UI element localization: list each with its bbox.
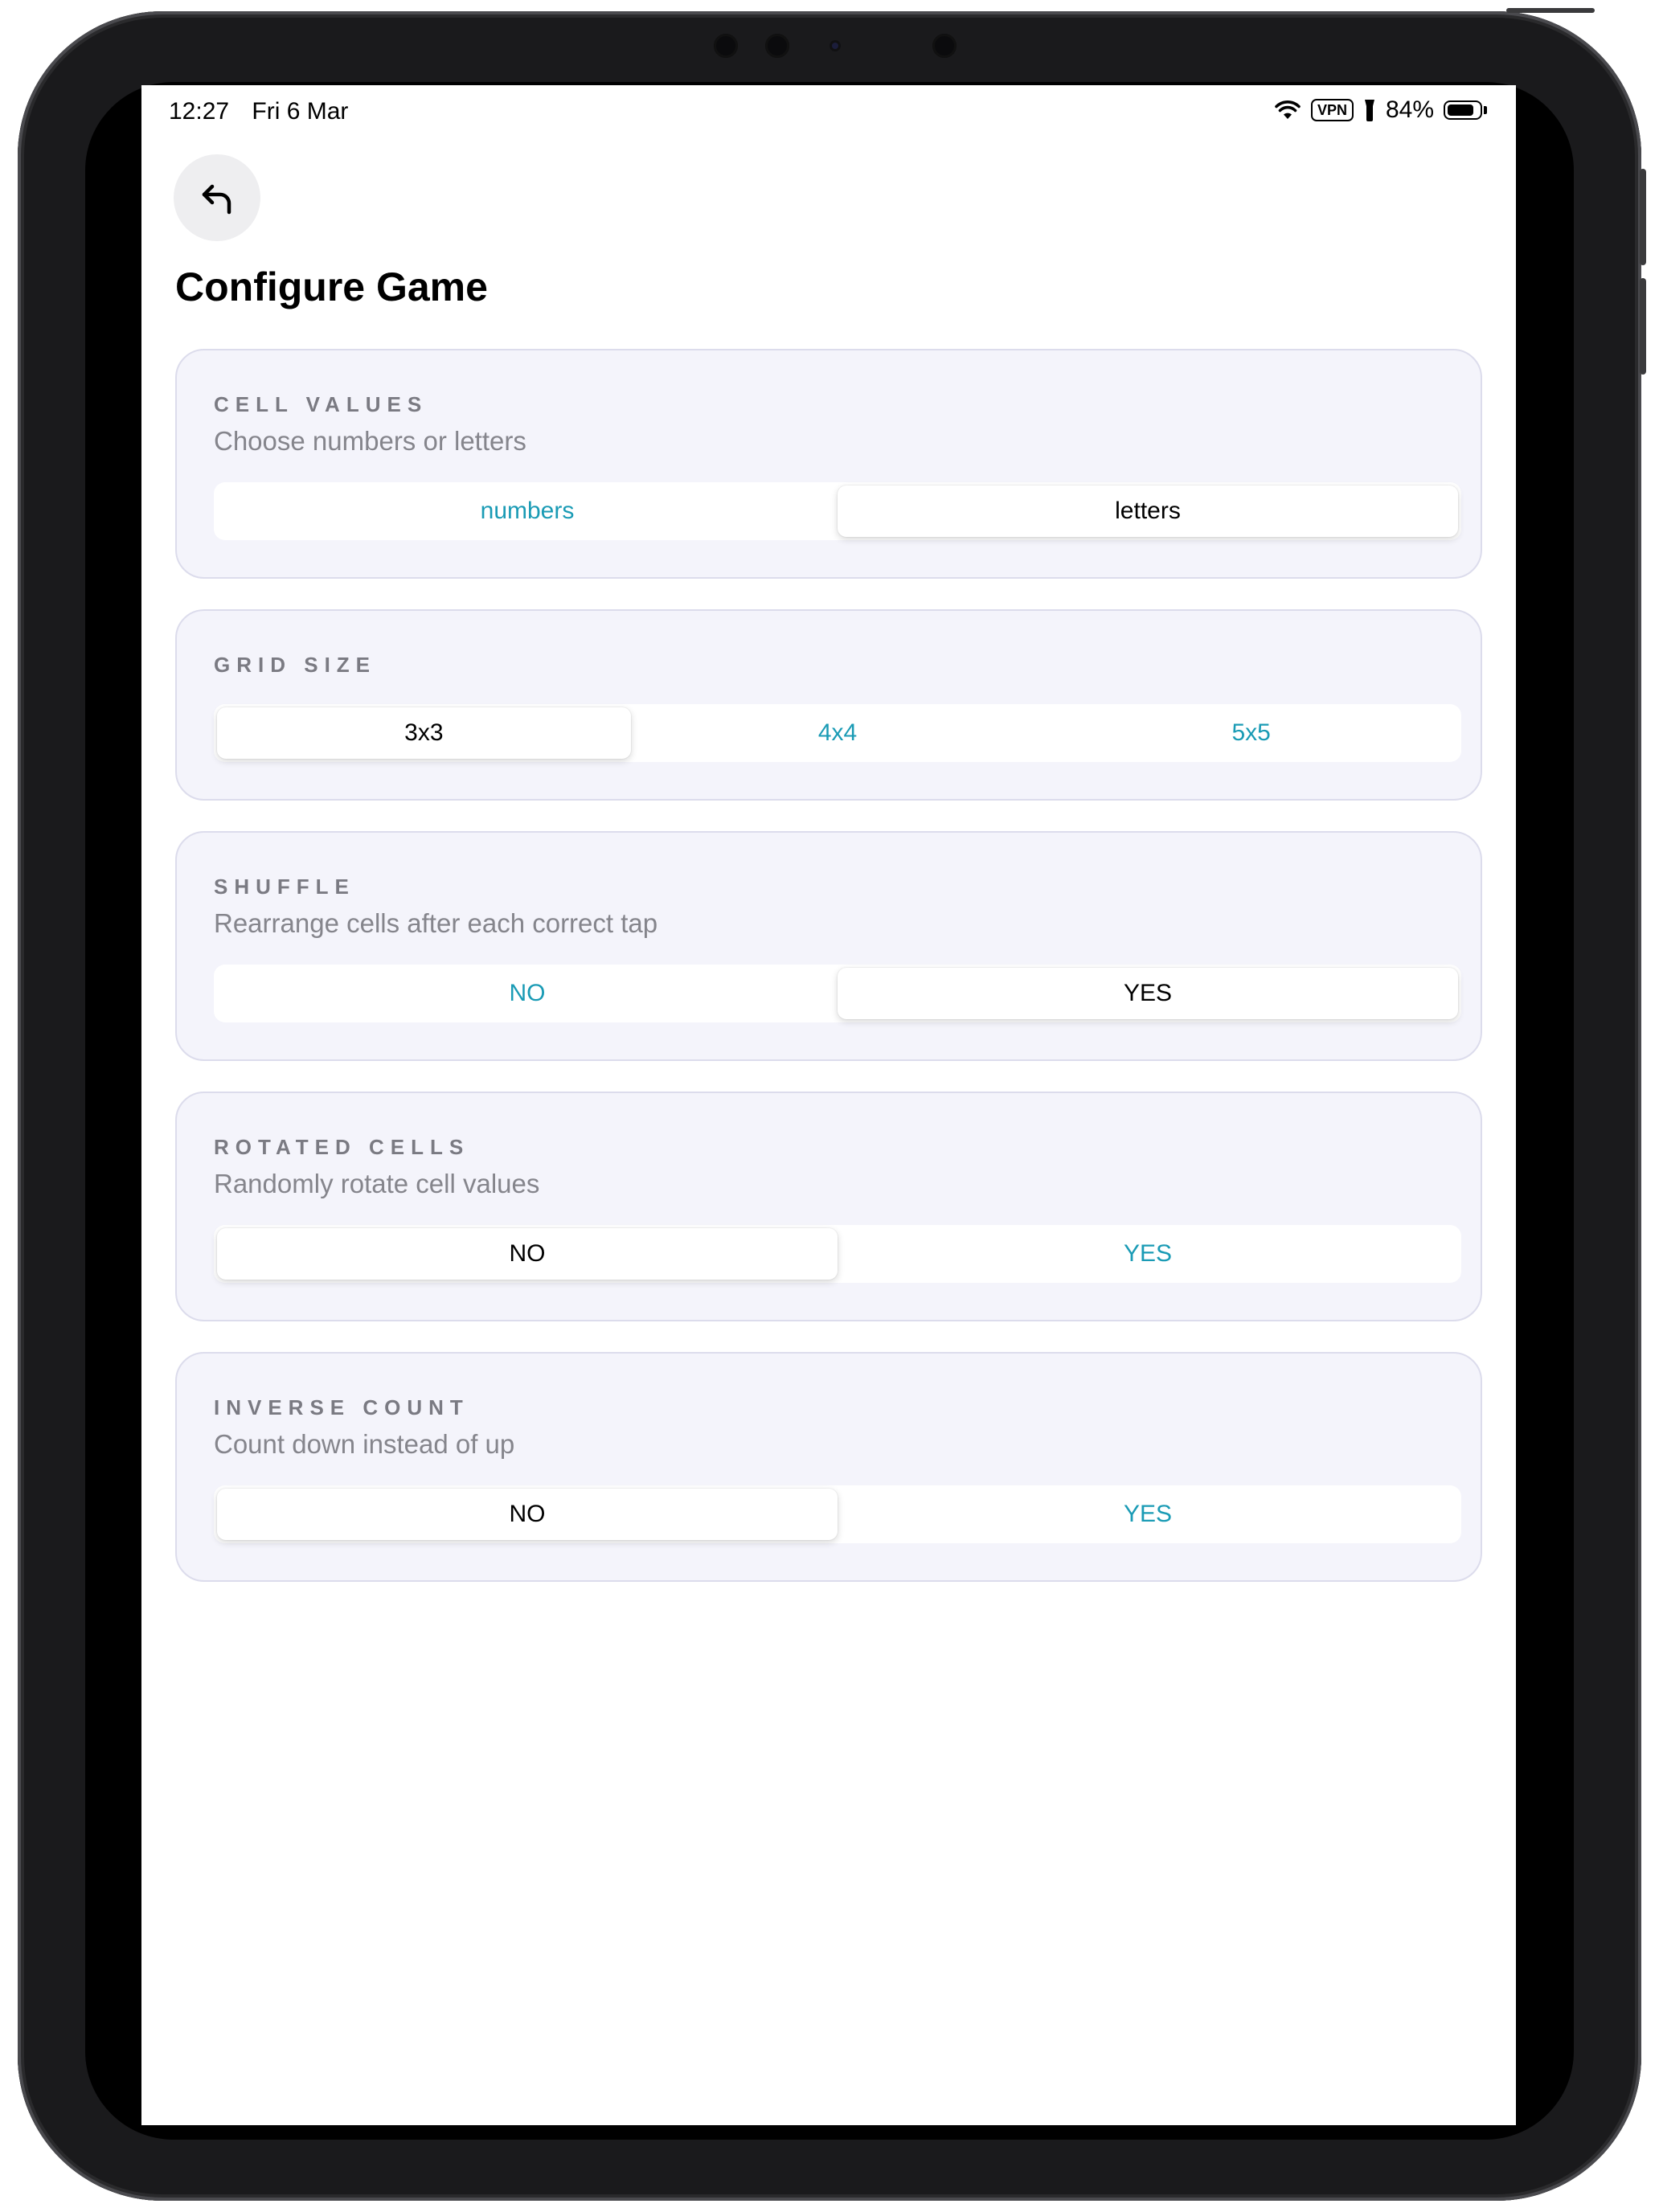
cell-values-card: CELL VALUES Choose numbers or letters nu…	[175, 349, 1482, 579]
shuffle-segmented-control[interactable]: NO YES	[214, 965, 1461, 1022]
inverse-count-segmented-control[interactable]: NO YES	[214, 1485, 1461, 1543]
card-title: ROTATED CELLS	[214, 1135, 470, 1159]
status-bar: 12:27 Fri 6 Mar VPN 84%	[141, 85, 1516, 137]
vpn-badge: VPN	[1310, 99, 1354, 121]
camera-icon	[765, 34, 789, 58]
screen: 12:27 Fri 6 Mar VPN 84% Configure Game C…	[141, 85, 1516, 2125]
volume-down-button	[1640, 278, 1646, 375]
flashlight-icon	[1364, 100, 1374, 121]
grid-size-card: GRID SIZE 3x3 4x4 5x5	[175, 609, 1482, 801]
volume-up-button	[1640, 169, 1646, 265]
card-subtitle: Count down instead of up	[214, 1429, 515, 1459]
page-title: Configure Game	[175, 264, 488, 309]
camera-icon	[714, 34, 738, 58]
grid-size-segmented-control[interactable]: 3x3 4x4 5x5	[214, 704, 1461, 762]
card-subtitle: Choose numbers or letters	[214, 426, 526, 456]
segment-yes[interactable]: YES	[838, 1228, 1458, 1280]
shuffle-card: SHUFFLE Rearrange cells after each corre…	[175, 831, 1482, 1061]
card-subtitle: Rearrange cells after each correct tap	[214, 908, 658, 938]
segment-no[interactable]: NO	[217, 1489, 838, 1540]
card-title: GRID SIZE	[214, 653, 377, 677]
segment-no[interactable]: NO	[217, 968, 838, 1019]
status-time: 12:27	[169, 98, 230, 125]
status-indicators: VPN 84%	[1274, 96, 1487, 124]
rotated-cells-segmented-control[interactable]: NO YES	[214, 1225, 1461, 1283]
battery-percent: 84%	[1385, 96, 1434, 123]
segment-3x3[interactable]: 3x3	[217, 707, 631, 759]
segment-numbers[interactable]: numbers	[217, 485, 838, 537]
sensor-icon	[830, 40, 841, 51]
segment-yes[interactable]: YES	[838, 1489, 1458, 1540]
top-button	[1506, 8, 1595, 13]
back-arrow-icon	[202, 184, 231, 215]
wifi-icon	[1275, 100, 1301, 119]
segment-letters[interactable]: letters	[838, 485, 1458, 537]
card-subtitle: Randomly rotate cell values	[214, 1169, 540, 1198]
status-date: Fri 6 Mar	[252, 98, 349, 125]
battery-icon	[1444, 100, 1482, 120]
segment-5x5[interactable]: 5x5	[1044, 707, 1458, 759]
segment-no[interactable]: NO	[217, 1228, 838, 1280]
camera-icon	[932, 34, 956, 58]
card-title: CELL VALUES	[214, 392, 428, 416]
status-time-date: 12:27 Fri 6 Mar	[169, 98, 364, 125]
battery-fill	[1448, 104, 1473, 116]
battery-tip	[1484, 106, 1487, 114]
card-title: SHUFFLE	[214, 875, 355, 899]
rotated-cells-card: ROTATED CELLS Randomly rotate cell value…	[175, 1092, 1482, 1321]
inverse-count-card: INVERSE COUNT Count down instead of up N…	[175, 1352, 1482, 1582]
back-button[interactable]	[174, 154, 260, 241]
segment-yes[interactable]: YES	[838, 968, 1458, 1019]
card-title: INVERSE COUNT	[214, 1395, 469, 1419]
cell-values-segmented-control[interactable]: numbers letters	[214, 482, 1461, 540]
segment-4x4[interactable]: 4x4	[631, 707, 1045, 759]
